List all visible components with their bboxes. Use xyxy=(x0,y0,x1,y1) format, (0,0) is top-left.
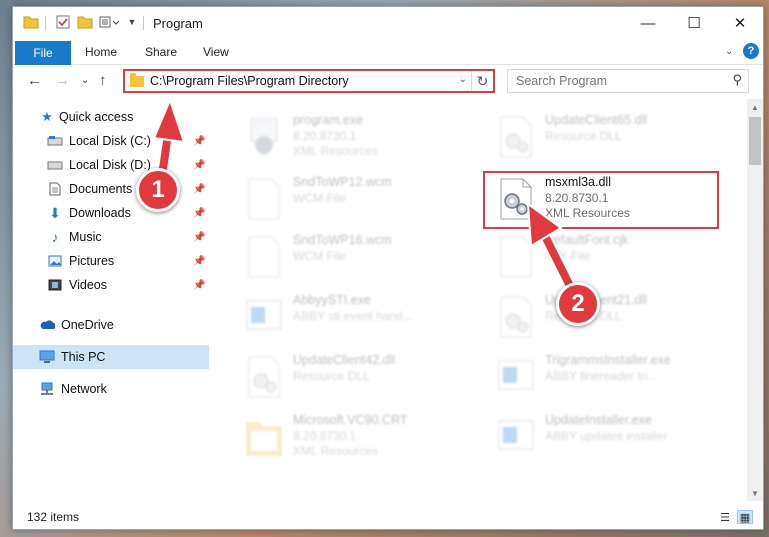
step-badge-2: 2 xyxy=(556,282,600,326)
up-icon[interactable]: ↑ xyxy=(99,72,107,89)
search-icon: ⚲ xyxy=(732,72,742,87)
file-item[interactable]: program.exe 8.20.8730.1 XML Resources xyxy=(221,107,461,165)
item-count: 132 items xyxy=(27,510,80,524)
file-item[interactable]: UpdateClient42.dll Resource DLL xyxy=(221,347,461,405)
address-path: C:\Program Files\Program Directory xyxy=(150,74,349,88)
file-item[interactable]: SndToWP12.wcm WCM File xyxy=(221,169,461,227)
pin-icon: 📌 xyxy=(193,183,206,195)
folder-icon xyxy=(245,415,283,459)
title-bar: ▼ Program — ☐ ✕ xyxy=(13,7,763,39)
pin-icon: 📌 xyxy=(193,279,206,291)
dll-icon xyxy=(497,295,535,339)
new-folder-icon[interactable] xyxy=(77,13,93,31)
address-bar[interactable]: C:\Program Files\Program Directory ⌄ ↻ xyxy=(123,69,495,93)
sidebar-item-onedrive[interactable]: OneDrive xyxy=(13,313,209,337)
pin-icon: 📌 xyxy=(193,231,206,243)
window-icon xyxy=(497,415,535,459)
minimize-button[interactable]: — xyxy=(625,7,671,39)
help-icon[interactable]: ? xyxy=(743,43,759,59)
star-icon: ★ xyxy=(41,109,53,124)
dll-icon xyxy=(245,355,283,399)
qa-dropdown-icon[interactable]: ▼ xyxy=(127,13,137,31)
search-input[interactable]: Search Program ⚲ xyxy=(507,69,749,93)
details-view-icon[interactable]: ☰ xyxy=(717,510,733,524)
navigation-bar: ← → ⌄ ↑ C:\Program Files\Program Directo… xyxy=(13,65,763,99)
window-icon xyxy=(497,355,535,399)
videos-icon xyxy=(47,278,63,292)
properties-icon[interactable] xyxy=(55,13,71,31)
large-icons-view-icon[interactable]: ▦ xyxy=(737,510,753,524)
network-icon xyxy=(39,382,55,396)
pin-icon: 📌 xyxy=(193,135,206,147)
refresh-icon[interactable]: ↻ xyxy=(471,71,493,91)
drive-icon xyxy=(47,134,63,148)
scroll-thumb[interactable] xyxy=(749,117,761,165)
music-icon: ♪ xyxy=(51,229,59,245)
documents-icon xyxy=(47,182,63,196)
vertical-scrollbar[interactable]: ▲ ▼ xyxy=(747,99,763,501)
download-icon: ⬇ xyxy=(49,204,61,221)
folder-icon xyxy=(130,72,144,87)
pin-icon: 📌 xyxy=(193,207,206,219)
sidebar-item-pictures[interactable]: Pictures 📌 xyxy=(13,249,209,273)
window-title: Program xyxy=(153,16,203,31)
file-item[interactable]: AbbyySTI.exe ABBY sti event hand... xyxy=(221,287,461,345)
sidebar-item-local-disk-d[interactable]: Local Disk (D:) 📌 xyxy=(13,153,209,177)
sidebar-item-videos[interactable]: Videos 📌 xyxy=(13,273,209,297)
file-item[interactable]: SndToWP16.wcm WCM File xyxy=(221,227,461,285)
explorer-window: ▼ Program — ☐ ✕ File Home Share View ⌄ ?… xyxy=(12,6,764,530)
file-item[interactable]: UpdateInstaller.exe ABBY updates install… xyxy=(473,407,713,465)
sidebar-item-quick-access[interactable]: ★ Quick access xyxy=(13,105,209,129)
file-item[interactable]: TrigrammsInstaller.exe ABBY finereader t… xyxy=(473,347,713,405)
status-bar: 132 items ☰ ▦ xyxy=(13,501,763,529)
doc-icon xyxy=(245,177,283,221)
tab-view[interactable]: View xyxy=(203,45,229,59)
computer-icon xyxy=(39,350,55,364)
file-item[interactable]: Microsoft.VC90.CRT 8.20.8730.1 XML Resou… xyxy=(221,407,461,465)
pictures-icon xyxy=(47,254,63,268)
separator xyxy=(45,16,46,30)
sidebar-item-downloads[interactable]: ⬇ Downloads 📌 xyxy=(13,201,209,225)
pin-icon: 📌 xyxy=(193,255,206,267)
forward-icon[interactable]: → xyxy=(55,72,70,89)
exe-icon xyxy=(245,115,283,159)
navigation-pane: ★ Quick access Local Disk (C:) 📌 Local D… xyxy=(13,99,209,501)
step-badge-1: 1 xyxy=(136,168,180,212)
tab-file[interactable]: File xyxy=(15,41,71,65)
cloud-icon xyxy=(39,318,55,332)
dll-icon xyxy=(497,115,535,159)
tab-home[interactable]: Home xyxy=(85,45,117,59)
sidebar-item-music[interactable]: ♪ Music 📌 xyxy=(13,225,209,249)
search-placeholder: Search Program xyxy=(516,74,608,88)
tab-share[interactable]: Share xyxy=(145,45,177,59)
doc-icon xyxy=(497,235,535,279)
file-item[interactable]: UpdateClient65.dll Resource DLL xyxy=(473,107,713,165)
file-list: program.exe 8.20.8730.1 XML Resources Up… xyxy=(211,99,747,501)
address-dropdown-icon[interactable]: ⌄ xyxy=(459,74,467,85)
drive-icon xyxy=(47,158,63,172)
recent-locations-icon[interactable]: ⌄ xyxy=(81,75,89,86)
file-item[interactable]: DefaultFont.cjk CJK File xyxy=(473,227,713,285)
ribbon-tabs: File Home Share View ⌄ ? xyxy=(13,39,763,65)
sidebar-item-local-disk-c[interactable]: Local Disk (C:) 📌 xyxy=(13,129,209,153)
scroll-down-icon[interactable]: ▼ xyxy=(747,485,763,501)
pin-icon: 📌 xyxy=(193,159,206,171)
sidebar-item-this-pc[interactable]: This PC xyxy=(13,345,209,369)
window-icon xyxy=(245,295,283,339)
close-button[interactable]: ✕ xyxy=(717,7,763,39)
maximize-button[interactable]: ☐ xyxy=(671,7,717,39)
file-highlight-box xyxy=(483,171,719,229)
expand-ribbon-icon[interactable]: ⌄ xyxy=(725,46,733,57)
customize-qa-icon[interactable] xyxy=(99,13,121,31)
separator xyxy=(143,16,144,30)
folder-icon[interactable] xyxy=(23,13,39,31)
scroll-up-icon[interactable]: ▲ xyxy=(747,99,763,115)
back-icon[interactable]: ← xyxy=(27,72,42,89)
doc-icon xyxy=(245,235,283,279)
sidebar-item-network[interactable]: Network xyxy=(13,377,209,401)
